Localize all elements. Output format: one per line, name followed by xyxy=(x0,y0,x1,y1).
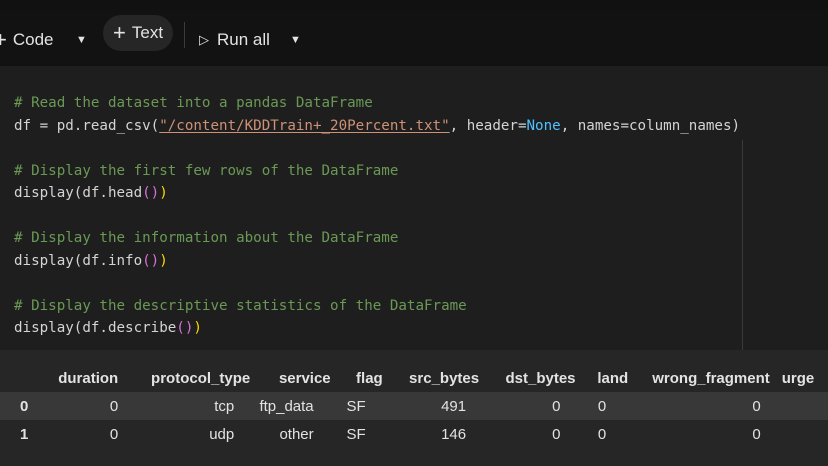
table-cell: 0 xyxy=(628,420,770,448)
code-token: display(df.head xyxy=(14,185,143,201)
add-text-label: Text xyxy=(131,23,164,42)
window-top-strip xyxy=(0,0,828,10)
column-header: src_bytes xyxy=(409,369,480,387)
code-keyword: None xyxy=(526,117,561,134)
table-cell: tcp xyxy=(118,392,251,420)
toolbar-divider xyxy=(184,22,185,48)
dataframe-table: duration protocol_type service flag src_… xyxy=(0,364,828,448)
code-string: "/content/KDDTrain+_20Percent.txt" xyxy=(159,117,450,134)
table-cell: 491 xyxy=(382,392,480,420)
code-text[interactable]: # Read the dataset into a pandas DataFra… xyxy=(14,92,740,340)
run-all-button[interactable]: ▷ Run all xyxy=(199,22,270,58)
plus-icon: + xyxy=(0,27,7,52)
table-cell: SF xyxy=(330,420,383,448)
table-cell xyxy=(769,420,828,448)
column-header: wrong_fragment xyxy=(652,369,770,387)
code-token: display(df.describe xyxy=(14,320,177,336)
code-paren: ) xyxy=(159,185,168,201)
add-code-label: Code xyxy=(12,30,54,49)
code-token: , header= xyxy=(449,117,527,134)
code-paren: ) xyxy=(159,252,168,269)
code-comment: # Read the dataset into a pandas DataFra… xyxy=(14,95,373,111)
column-header: dst_bytes xyxy=(505,369,576,387)
add-text-cell-button[interactable]: + Text xyxy=(103,15,174,51)
table-cell xyxy=(769,392,828,420)
code-token: df = pd.read_csv( xyxy=(14,117,160,134)
caret-down-icon: ▼ xyxy=(290,34,301,46)
table-cell: other xyxy=(250,420,331,448)
code-paren: () xyxy=(142,252,160,269)
column-header: protocol_type xyxy=(151,369,251,387)
cell-output: duration protocol_type service flag src_… xyxy=(0,350,828,466)
table-cell: 0 xyxy=(575,392,629,420)
notebook-toolbar: + Code ▼ + Text ▷ Run all ▼ xyxy=(0,10,828,66)
play-icon: ▷ xyxy=(199,32,209,47)
add-code-cell-button[interactable]: + Code xyxy=(0,22,54,58)
table-cell: 0 xyxy=(479,420,576,448)
table-cell: 0 xyxy=(45,420,119,448)
table-cell: 146 xyxy=(382,420,480,448)
code-token: , names=column_names) xyxy=(560,117,741,134)
code-comment: # Display the first few rows of the Data… xyxy=(14,162,399,179)
code-cell-editor[interactable]: # Read the dataset into a pandas DataFra… xyxy=(0,66,828,410)
code-cell-dropdown[interactable]: ▼ xyxy=(76,22,87,58)
code-token: display(df.info xyxy=(14,252,143,269)
plus-icon: + xyxy=(113,20,126,45)
column-header: urge xyxy=(781,369,815,387)
row-index: 0 xyxy=(0,392,45,420)
table-cell: SF xyxy=(330,392,383,420)
column-header: land xyxy=(597,369,629,387)
index-header xyxy=(0,364,45,392)
table-cell: 0 xyxy=(628,392,770,420)
table-cell: 0 xyxy=(479,392,576,420)
table-cell: ftp_data xyxy=(250,392,331,420)
table-header-row: duration protocol_type service flag src_… xyxy=(0,364,828,392)
column-header: duration xyxy=(58,369,119,387)
caret-down-icon: ▼ xyxy=(76,34,87,46)
table-row: 1 0 udp other SF 146 0 0 0 xyxy=(0,420,828,448)
code-paren: () xyxy=(142,185,160,201)
run-all-dropdown[interactable]: ▼ xyxy=(290,22,301,58)
code-paren: ) xyxy=(193,320,202,336)
table-cell: 0 xyxy=(575,420,629,448)
table-row: 0 0 tcp ftp_data SF 491 0 0 0 xyxy=(0,392,828,420)
column-header: flag xyxy=(356,369,383,387)
run-all-label: Run all xyxy=(217,30,270,49)
row-index: 1 xyxy=(0,420,45,448)
code-comment: # Display the information about the Data… xyxy=(14,230,399,246)
column-header: service xyxy=(278,369,331,387)
code-paren: () xyxy=(176,320,194,336)
table-cell: udp xyxy=(118,420,251,448)
table-cell: 0 xyxy=(45,392,119,420)
code-comment: # Display the descriptive statistics of … xyxy=(14,297,467,314)
